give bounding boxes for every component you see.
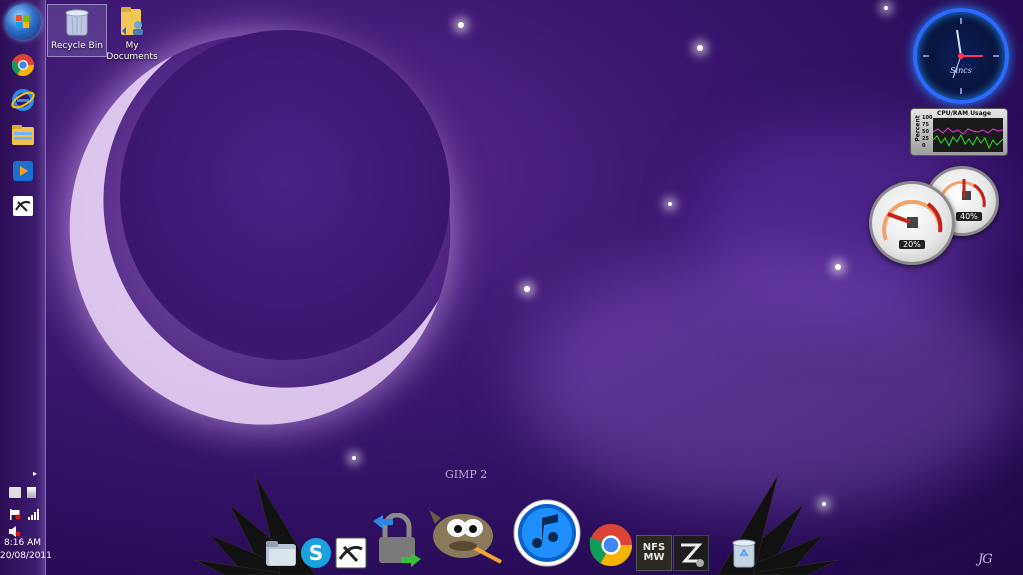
cpu-meter-gadget[interactable]: 20% bbox=[869, 181, 955, 265]
taskbar: ▸ 8:16 AM 20/08/2011 bbox=[0, 0, 52, 575]
artist-signature: JG bbox=[978, 552, 993, 567]
dock-item-gimp[interactable] bbox=[426, 503, 504, 567]
chrome-icon bbox=[12, 54, 34, 76]
folder-icon bbox=[266, 541, 296, 566]
desktop-icon-my-documents[interactable]: My Documents bbox=[103, 4, 161, 63]
recycle-bin-icon bbox=[732, 539, 756, 568]
star bbox=[352, 456, 356, 460]
star bbox=[697, 45, 703, 51]
taskbar-internet-explorer[interactable] bbox=[8, 85, 38, 115]
ram-meter-value: 40% bbox=[956, 212, 982, 221]
dock-item-folder[interactable] bbox=[264, 537, 298, 569]
internet-explorer-icon bbox=[11, 89, 35, 111]
clock-face-icon bbox=[923, 18, 999, 94]
dock-item-recycle-bin[interactable] bbox=[728, 535, 760, 571]
tray-flag-icon[interactable] bbox=[9, 505, 21, 520]
chrome-icon bbox=[589, 523, 633, 567]
xfire-icon bbox=[335, 537, 367, 569]
tray-expand-icon[interactable]: ▸ bbox=[33, 469, 37, 478]
desktop-icon-recycle-bin[interactable]: Recycle Bin bbox=[47, 4, 107, 57]
skype-icon: S bbox=[301, 538, 331, 568]
dock-item-nfs-mw[interactable]: NFS MW bbox=[636, 535, 672, 571]
dock-item-skype[interactable]: S bbox=[299, 536, 333, 570]
star bbox=[668, 202, 672, 206]
settings-app-icon bbox=[681, 543, 704, 567]
desktop-icon-label: Recycle Bin bbox=[51, 41, 103, 51]
cpu-ram-gadget[interactable]: CPU/RAM Usage Percent 100 75 50 25 0 bbox=[910, 108, 1008, 156]
dock-hover-label: GIMP 2 bbox=[445, 468, 488, 481]
dock-item-vpn[interactable] bbox=[368, 512, 426, 570]
dock-item-xfire[interactable] bbox=[334, 536, 368, 570]
star bbox=[524, 286, 530, 292]
desktop-icon-label: My Documents bbox=[106, 41, 158, 62]
cpu-gadget-axis-label: Percent bbox=[914, 115, 922, 142]
taskbar-xfire[interactable] bbox=[8, 191, 38, 221]
tray-time: 8:16 AM bbox=[4, 538, 41, 548]
taskbar-chrome[interactable] bbox=[8, 50, 38, 80]
dock-item-settings-app[interactable] bbox=[673, 535, 709, 571]
moon-shadow bbox=[120, 30, 450, 360]
itunes-icon bbox=[513, 499, 581, 567]
tray-date: 20/08/2011 bbox=[0, 551, 52, 561]
windows-start-icon bbox=[16, 15, 30, 29]
folder-user-icon bbox=[121, 7, 143, 35]
cpu-meter-value: 20% bbox=[899, 240, 925, 249]
clock-brand: Sincs bbox=[950, 66, 972, 75]
tray-volume-muted-icon[interactable] bbox=[9, 522, 21, 537]
gimp-icon bbox=[429, 510, 502, 564]
gauge-dial-icon bbox=[882, 199, 943, 241]
nfs-mw-icon: NFS MW bbox=[642, 542, 666, 563]
start-button[interactable] bbox=[5, 4, 41, 40]
star bbox=[458, 22, 464, 28]
dock-item-itunes[interactable] bbox=[511, 497, 583, 569]
recycle-bin-icon bbox=[65, 9, 89, 36]
cpu-gadget-ticks: 100 75 50 25 0 bbox=[922, 115, 933, 149]
tray-device-icon[interactable] bbox=[27, 487, 36, 498]
xfire-icon bbox=[13, 196, 33, 216]
star bbox=[835, 264, 841, 270]
star bbox=[884, 6, 888, 10]
cpu-ram-graph bbox=[933, 118, 1003, 152]
taskbar-explorer[interactable] bbox=[8, 120, 38, 150]
desktop: ▸ 8:16 AM 20/08/2011 Recycle Bin My Docu… bbox=[0, 0, 1023, 575]
file-explorer-icon bbox=[12, 125, 34, 145]
tray-clock[interactable]: 8:16 AM 20/08/2011 bbox=[0, 537, 52, 563]
tray-signal-icon[interactable] bbox=[27, 505, 39, 520]
svg-text:S: S bbox=[309, 541, 323, 565]
cpu-gadget-title: CPU/RAM Usage bbox=[937, 110, 992, 117]
taskbar-media-player[interactable] bbox=[8, 156, 38, 186]
clock-gadget[interactable]: Sincs bbox=[913, 8, 1009, 104]
dock-item-chrome[interactable] bbox=[587, 521, 635, 569]
vpn-lock-icon bbox=[373, 513, 421, 567]
media-player-icon bbox=[13, 161, 33, 181]
tray-network-card-icon[interactable] bbox=[9, 487, 21, 498]
